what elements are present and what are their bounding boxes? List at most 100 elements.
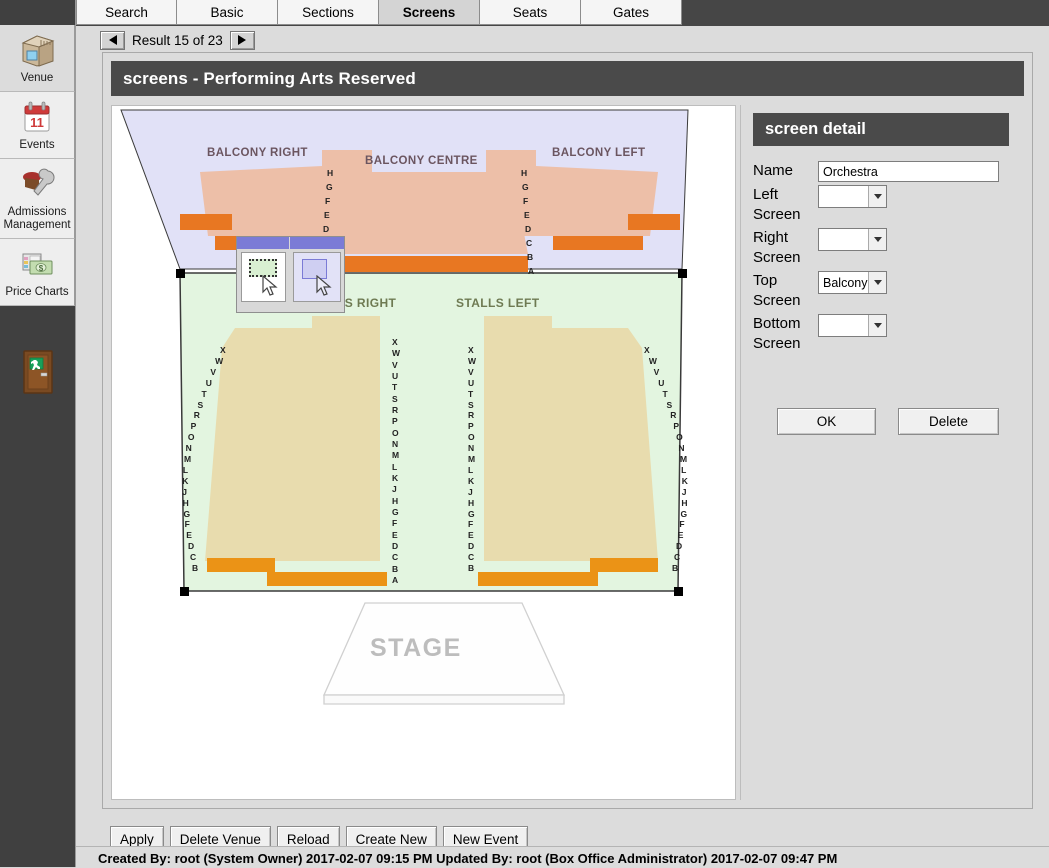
row-letter: T bbox=[662, 388, 668, 399]
row-letter: N bbox=[392, 439, 399, 449]
seatmap-canvas[interactable]: BALCONY RIGHT BALCONY CENTRE BALCONY LEF… bbox=[112, 106, 735, 799]
sidebar-item-label: Price Charts bbox=[5, 286, 69, 298]
tab-search[interactable]: Search bbox=[76, 0, 177, 25]
row-letter: U bbox=[468, 377, 475, 388]
delete-button[interactable]: Delete bbox=[898, 408, 999, 435]
left-screen-select[interactable] bbox=[818, 185, 887, 208]
page-title: screens - Performing Arts Reserved bbox=[111, 61, 1024, 96]
row-letter: V bbox=[468, 366, 474, 377]
row-letter: T bbox=[201, 388, 207, 399]
row-letter: U bbox=[392, 371, 399, 381]
row-letter: P bbox=[190, 421, 197, 432]
row-letter: E bbox=[468, 530, 474, 541]
screens-panel: screens - Performing Arts Reserved BALCO… bbox=[102, 52, 1033, 809]
top-screen-value: Balcony bbox=[823, 275, 868, 290]
seatmap-viewport[interactable]: BALCONY RIGHT BALCONY CENTRE BALCONY LEF… bbox=[111, 105, 736, 800]
left-screen-label: Left Screen bbox=[753, 186, 801, 223]
field-row-right-screen: Right Screen bbox=[753, 228, 1013, 268]
result-counter: Result 15 of 23 bbox=[132, 32, 223, 48]
chevron-down-icon[interactable] bbox=[868, 315, 886, 336]
row-letter: R bbox=[670, 410, 677, 421]
selection-handle-top-left[interactable] bbox=[176, 269, 185, 278]
row-letter: H bbox=[681, 497, 688, 508]
seatmap-svg[interactable] bbox=[112, 106, 735, 799]
chevron-down-icon[interactable] bbox=[868, 186, 886, 207]
row-letter: W bbox=[392, 348, 401, 359]
stalls-left-accent-2 bbox=[478, 572, 598, 586]
row-letter: V bbox=[653, 366, 660, 377]
ok-button[interactable]: OK bbox=[777, 408, 876, 435]
result-navigation: Result 15 of 23 bbox=[100, 28, 255, 52]
row-letter: N bbox=[468, 443, 475, 454]
selection-handle-top-right[interactable] bbox=[678, 269, 687, 278]
row-letter: S bbox=[666, 399, 673, 410]
field-row-top-screen: Top Screen Balcony bbox=[753, 271, 1013, 311]
chevron-down-icon[interactable] bbox=[868, 272, 886, 293]
row-letter: G bbox=[468, 508, 475, 519]
row-letter: S bbox=[392, 393, 398, 404]
sidebar-item-events[interactable]: 11 Events bbox=[0, 92, 75, 159]
tab-basic[interactable]: Basic bbox=[177, 0, 278, 25]
sidebar-item-venue[interactable]: Venue bbox=[0, 25, 75, 92]
top-screen-select[interactable]: Balcony bbox=[818, 271, 887, 294]
row-letter: B bbox=[468, 563, 475, 573]
sidebar-item-label: Venue bbox=[20, 72, 54, 84]
row-letter: F bbox=[392, 518, 398, 529]
tab-seats[interactable]: Seats bbox=[480, 0, 581, 25]
row-letter: S bbox=[468, 399, 474, 410]
audit-status-text: Created By: root (System Owner) 2017-02-… bbox=[98, 851, 838, 866]
stalls-right-accent-2 bbox=[267, 572, 387, 586]
row-letter: F bbox=[679, 519, 685, 530]
row-letter: N bbox=[185, 443, 192, 454]
money-icon: $ bbox=[15, 245, 59, 283]
row-letter: P bbox=[392, 416, 398, 427]
chevron-down-icon[interactable] bbox=[868, 229, 886, 250]
selection-handle-bottom-left[interactable] bbox=[180, 587, 189, 596]
exit-door-icon[interactable] bbox=[19, 350, 57, 398]
stalls-left-seats bbox=[484, 316, 658, 561]
tab-screens[interactable]: Screens bbox=[379, 0, 480, 25]
bottom-screen-label: Bottom Screen bbox=[753, 315, 801, 352]
screen-detail-panel: screen detail Name Left Screen bbox=[740, 105, 1024, 800]
row-letter: X bbox=[644, 345, 650, 355]
venue-box-icon bbox=[15, 31, 59, 69]
detail-panel-title: screen detail bbox=[753, 113, 1009, 146]
bottom-screen-select[interactable] bbox=[818, 314, 887, 337]
tab-gates[interactable]: Gates bbox=[581, 0, 682, 25]
selection-handle-bottom-right[interactable] bbox=[674, 587, 683, 596]
sidebar-item-admissions-management[interactable]: Admissions Management bbox=[0, 159, 75, 239]
row-letter: K bbox=[681, 475, 688, 486]
stalls-right-seats bbox=[205, 316, 380, 561]
row-letter: C bbox=[674, 552, 681, 563]
drag-ghost-target-pane bbox=[293, 252, 341, 302]
row-letter: L bbox=[681, 464, 687, 475]
row-letter: L bbox=[468, 464, 474, 475]
row-letter: M bbox=[184, 454, 192, 464]
detail-action-buttons: OK Delete bbox=[777, 408, 999, 435]
row-letter: M bbox=[468, 454, 476, 464]
drag-ghost-source-pane bbox=[241, 252, 286, 302]
tab-sections[interactable]: Sections bbox=[278, 0, 379, 25]
row-letter: F bbox=[468, 519, 474, 530]
row-letter: J bbox=[182, 486, 187, 497]
balcony-left-accent-2 bbox=[553, 236, 643, 250]
row-letter: J bbox=[681, 486, 687, 497]
prev-result-button[interactable] bbox=[100, 30, 125, 50]
app-window: Venue 11 Events Admissions Management $ … bbox=[0, 0, 1049, 868]
tab-list: Search Basic Sections Screens Seats Gate… bbox=[76, 0, 682, 25]
right-screen-select[interactable] bbox=[818, 228, 887, 251]
sidebar-item-price-charts[interactable]: $ Price Charts bbox=[0, 239, 75, 306]
row-letter: O bbox=[468, 432, 475, 443]
name-input[interactable] bbox=[818, 161, 999, 182]
screen-detail-form: Name Left Screen Right Screen bbox=[753, 161, 1013, 435]
balcony-centre-label: BALCONY CENTRE bbox=[365, 155, 478, 167]
row-letter: T bbox=[468, 388, 474, 399]
next-result-button[interactable] bbox=[229, 30, 255, 50]
row-letter: O bbox=[187, 432, 195, 443]
sidebar-exit-area[interactable] bbox=[0, 341, 75, 411]
row-letter: H bbox=[182, 497, 189, 508]
row-letter: D bbox=[392, 541, 399, 551]
prev-arrow-icon bbox=[108, 35, 117, 45]
stalls-left-accent-1 bbox=[590, 558, 658, 572]
row-letter: O bbox=[676, 432, 683, 443]
